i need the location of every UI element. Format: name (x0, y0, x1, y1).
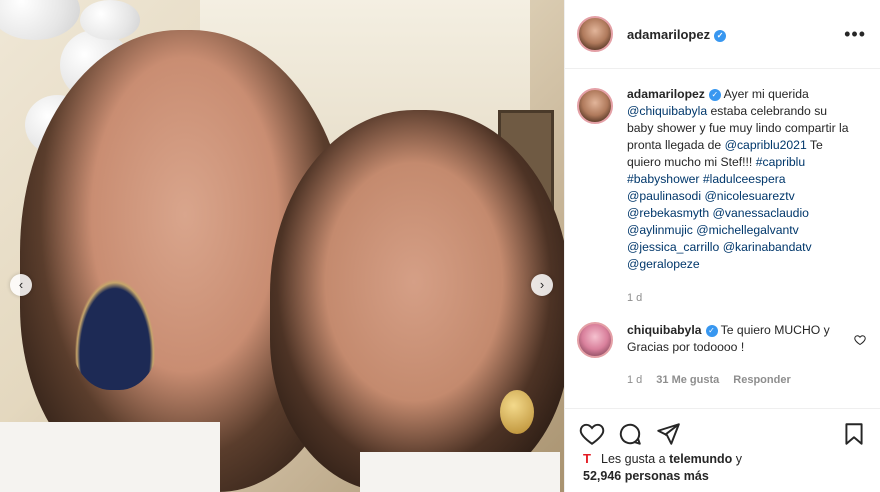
verified-badge-icon: ✓ (705, 325, 718, 337)
caption-link[interactable]: @karinabandatv (723, 240, 812, 254)
person-right (270, 110, 564, 492)
comment-timestamp[interactable]: 1 d (627, 374, 642, 386)
caption-text-fragment: Ayer mi querida (723, 87, 809, 101)
caption-body: Ayer mi querida @chiquibabyla estaba cel… (627, 87, 849, 271)
more-options-icon[interactable]: ••• (844, 24, 866, 45)
shirt-left (0, 422, 220, 492)
caption-link[interactable]: @paulinasodi (627, 189, 701, 203)
verified-badge-icon: ✓ (714, 29, 727, 42)
author-avatar[interactable] (577, 16, 613, 52)
next-arrow-icon[interactable]: › (531, 274, 553, 296)
caption-link[interactable]: @capriblu2021 (725, 138, 807, 152)
comment-bubble-icon[interactable] (617, 421, 643, 447)
caption-link[interactable]: @chiquibabyla (627, 104, 707, 118)
commenter-avatar[interactable] (577, 322, 613, 358)
author-username[interactable]: adamarilopez ✓ (627, 27, 727, 42)
caption-link[interactable]: @aylinmujic (627, 223, 693, 237)
likes-summary: T Les gusta a telemundo y 52,946 personas… (583, 450, 742, 485)
comment-like-icon[interactable] (854, 334, 866, 349)
caption-avatar[interactable] (577, 88, 613, 124)
comment: chiquibabyla ✓ Te quiero MUCHO y Gracias … (577, 322, 867, 358)
share-send-icon[interactable] (655, 421, 681, 447)
earring (500, 390, 534, 434)
comment-text: chiquibabyla ✓ Te quiero MUCHO y Gracias … (627, 322, 837, 358)
caption-text: adamarilopez ✓ Ayer mi querida @chiquibab… (627, 86, 853, 273)
telemundo-logo-icon: T (583, 451, 591, 466)
caption-link[interactable]: #ladulceespera (703, 172, 786, 186)
caption-link[interactable]: @jessica_carrillo (627, 240, 719, 254)
commenter-username[interactable]: chiquibabyla (627, 323, 702, 337)
previous-arrow-icon[interactable]: ‹ (10, 274, 32, 296)
reply-button[interactable]: Responder (733, 374, 790, 386)
caption-link[interactable]: @vanessaclaudio (713, 206, 809, 220)
caption-link[interactable]: @michellegalvantv (696, 223, 798, 237)
like-heart-icon[interactable] (579, 421, 605, 447)
likes-prefix: Les gusta a (601, 452, 670, 466)
likes-count[interactable]: 52,946 personas más (583, 469, 709, 483)
save-bookmark-icon[interactable] (841, 421, 867, 447)
likes-user[interactable]: telemundo (669, 452, 732, 466)
caption-timestamp[interactable]: 1 d (627, 292, 642, 304)
comment-meta: 1 d 31 Me gusta Responder (627, 374, 791, 386)
post-header: adamarilopez ✓ ••• (565, 0, 880, 69)
post-photo[interactable]: ‹ › (0, 0, 564, 492)
instagram-post: ‹ › adamarilopez ✓ ••• adamarilopez ✓ Ayer… (0, 0, 880, 492)
caption-link[interactable]: #capriblu (756, 155, 805, 169)
balloon (0, 0, 80, 40)
caption-link[interactable]: @nicolesuareztv (704, 189, 794, 203)
earring (70, 270, 160, 390)
shirt-right (360, 452, 560, 492)
caption-link[interactable]: @geralopeze (627, 257, 700, 271)
caption-link[interactable]: #babyshower (627, 172, 700, 186)
post-sidebar: adamarilopez ✓ ••• adamarilopez ✓ Ayer mi … (564, 0, 880, 492)
likes-middle: y (732, 452, 743, 466)
caption-username[interactable]: adamarilopez (627, 87, 705, 101)
comment-like-count[interactable]: 31 Me gusta (656, 374, 719, 386)
caption: adamarilopez ✓ Ayer mi querida @chiquibab… (577, 86, 867, 273)
balloon (80, 0, 140, 40)
caption-link[interactable]: @rebekasmyth (627, 206, 709, 220)
verified-badge-icon: ✓ (708, 89, 721, 101)
